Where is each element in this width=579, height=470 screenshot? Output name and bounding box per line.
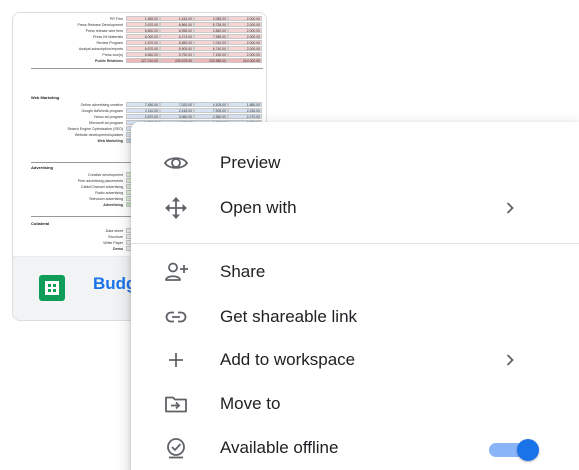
sheet-cell: 2,000.00 <box>228 52 262 57</box>
sheet-cell: 230,675.00 <box>160 58 194 63</box>
sheet-section-title: Advertising <box>31 165 54 170</box>
sheet-row-label: Web Marketing <box>97 139 124 143</box>
link-icon <box>163 304 189 330</box>
chevron-right-icon <box>499 197 521 219</box>
menu-item-label: Share <box>220 262 266 281</box>
sheet-cell: 7,985.00 <box>194 34 228 39</box>
sheet-cell: 2,670.00 <box>126 114 160 119</box>
sheet-cell: 1,565.00 <box>126 16 160 21</box>
sheet-cell: 2,000.00 <box>228 16 262 21</box>
sheet-section-title: Web Marketing <box>31 95 60 100</box>
toggle-knob <box>517 439 539 461</box>
sheet-cell: 6,860.00 <box>160 22 194 27</box>
sheet-cell: 6,800.00 <box>126 28 160 33</box>
sheet-cell: 6,955.00 <box>160 28 194 33</box>
menu-item-open-with[interactable]: Open with <box>131 186 579 230</box>
sheet-cell: 2,670.00 <box>126 22 160 27</box>
sheet-cell: 7,190.00 <box>194 52 228 57</box>
sheet-cell: 1,616.00 <box>160 16 194 21</box>
menu-divider <box>131 243 579 244</box>
sheet-cell: 2,860.00 <box>194 28 228 33</box>
sheet-cell: 4,105.00 <box>194 102 228 107</box>
sheet-cell: 5,660.00 <box>126 52 160 57</box>
sheet-cell: 2,270.00 <box>228 114 262 119</box>
plus-icon <box>163 347 189 373</box>
google-sheets-icon <box>39 275 65 301</box>
sheet-cell: 2,000.00 <box>228 40 262 45</box>
sheet-cell: 1,670.00 <box>126 40 160 45</box>
menu-item-move-to[interactable]: Move to <box>131 382 579 426</box>
sheet-section-title: Collateral <box>31 221 50 226</box>
sheet-cell: 2,415.00 <box>160 108 194 113</box>
sheet-cell: 6,850.00 <box>160 40 194 45</box>
sheet-cell: 5,905.00 <box>160 46 194 51</box>
sheet-cell: 2,110.00 <box>126 108 160 113</box>
sheet-cell: 5,790.00 <box>160 52 194 57</box>
sheet-cell: 2,360.00 <box>194 114 228 119</box>
sheet-row-label: Advertising <box>103 203 123 207</box>
sheet-cell: 2,230.00 <box>228 108 262 113</box>
chevron-right-icon <box>499 349 521 371</box>
sheet-cell: 5,735.00 <box>194 22 228 27</box>
move-arrows-icon <box>163 195 189 221</box>
sheet-cell: 6,274.00 <box>160 34 194 39</box>
eye-icon <box>163 150 189 176</box>
sheet-cell: 214,000.00 <box>228 58 262 63</box>
menu-item-get-shareable-link[interactable]: Get shareable link <box>131 295 579 339</box>
sheet-cell: 2,085.00 <box>194 16 228 21</box>
sheet-cell: 230,985.00 <box>194 58 228 63</box>
menu-item-label: Open with <box>220 198 297 217</box>
sheet-cell: 2,000.00 <box>228 46 262 51</box>
menu-item-label: Get shareable link <box>220 307 358 326</box>
sheet-cell: 1,880.00 <box>228 102 262 107</box>
menu-item-label: Preview <box>220 153 281 172</box>
sheet-cell: 7,020.00 <box>160 102 194 107</box>
sheet-row-label: Public Relations <box>95 59 123 63</box>
context-menu: Preview Open with Share Get shareable li… <box>131 122 579 470</box>
menu-item-share[interactable]: Share <box>131 250 579 294</box>
sheet-row-label: Demo <box>113 247 123 251</box>
sheet-cell: 7,905.00 <box>194 108 228 113</box>
sheet-cell: 2,000.00 <box>228 28 262 33</box>
menu-item-available-offline[interactable]: Available offline <box>131 426 579 470</box>
sheet-cell: 6,740.00 <box>194 46 228 51</box>
sheet-divider <box>31 68 263 69</box>
sheet-cell: 227,210.00 <box>126 58 160 63</box>
menu-item-label: Add to workspace <box>220 350 356 369</box>
menu-item-label: Move to <box>220 394 281 413</box>
sheet-cell: 2,000.00 <box>228 34 262 39</box>
sheet-cell: 7,010.00 <box>194 40 228 45</box>
file-name[interactable]: Budg <box>93 274 136 294</box>
add-person-icon <box>163 259 189 285</box>
offline-toggle[interactable] <box>487 438 539 461</box>
menu-item-preview[interactable]: Preview <box>131 141 579 185</box>
menu-item-add-to-workspace[interactable]: Add to workspace <box>131 338 579 382</box>
sheet-cell: 3,060.00 <box>160 114 194 119</box>
menu-item-label: Available offline <box>220 438 339 457</box>
offline-check-icon <box>163 435 189 461</box>
move-to-folder-icon <box>163 391 189 417</box>
sheet-cell: 6,000.00 <box>126 34 160 39</box>
sheet-cell: 6,670.00 <box>126 46 160 51</box>
sheet-cell: 2,000.00 <box>228 22 262 27</box>
sheet-cell: 7,450.00 <box>126 102 160 107</box>
